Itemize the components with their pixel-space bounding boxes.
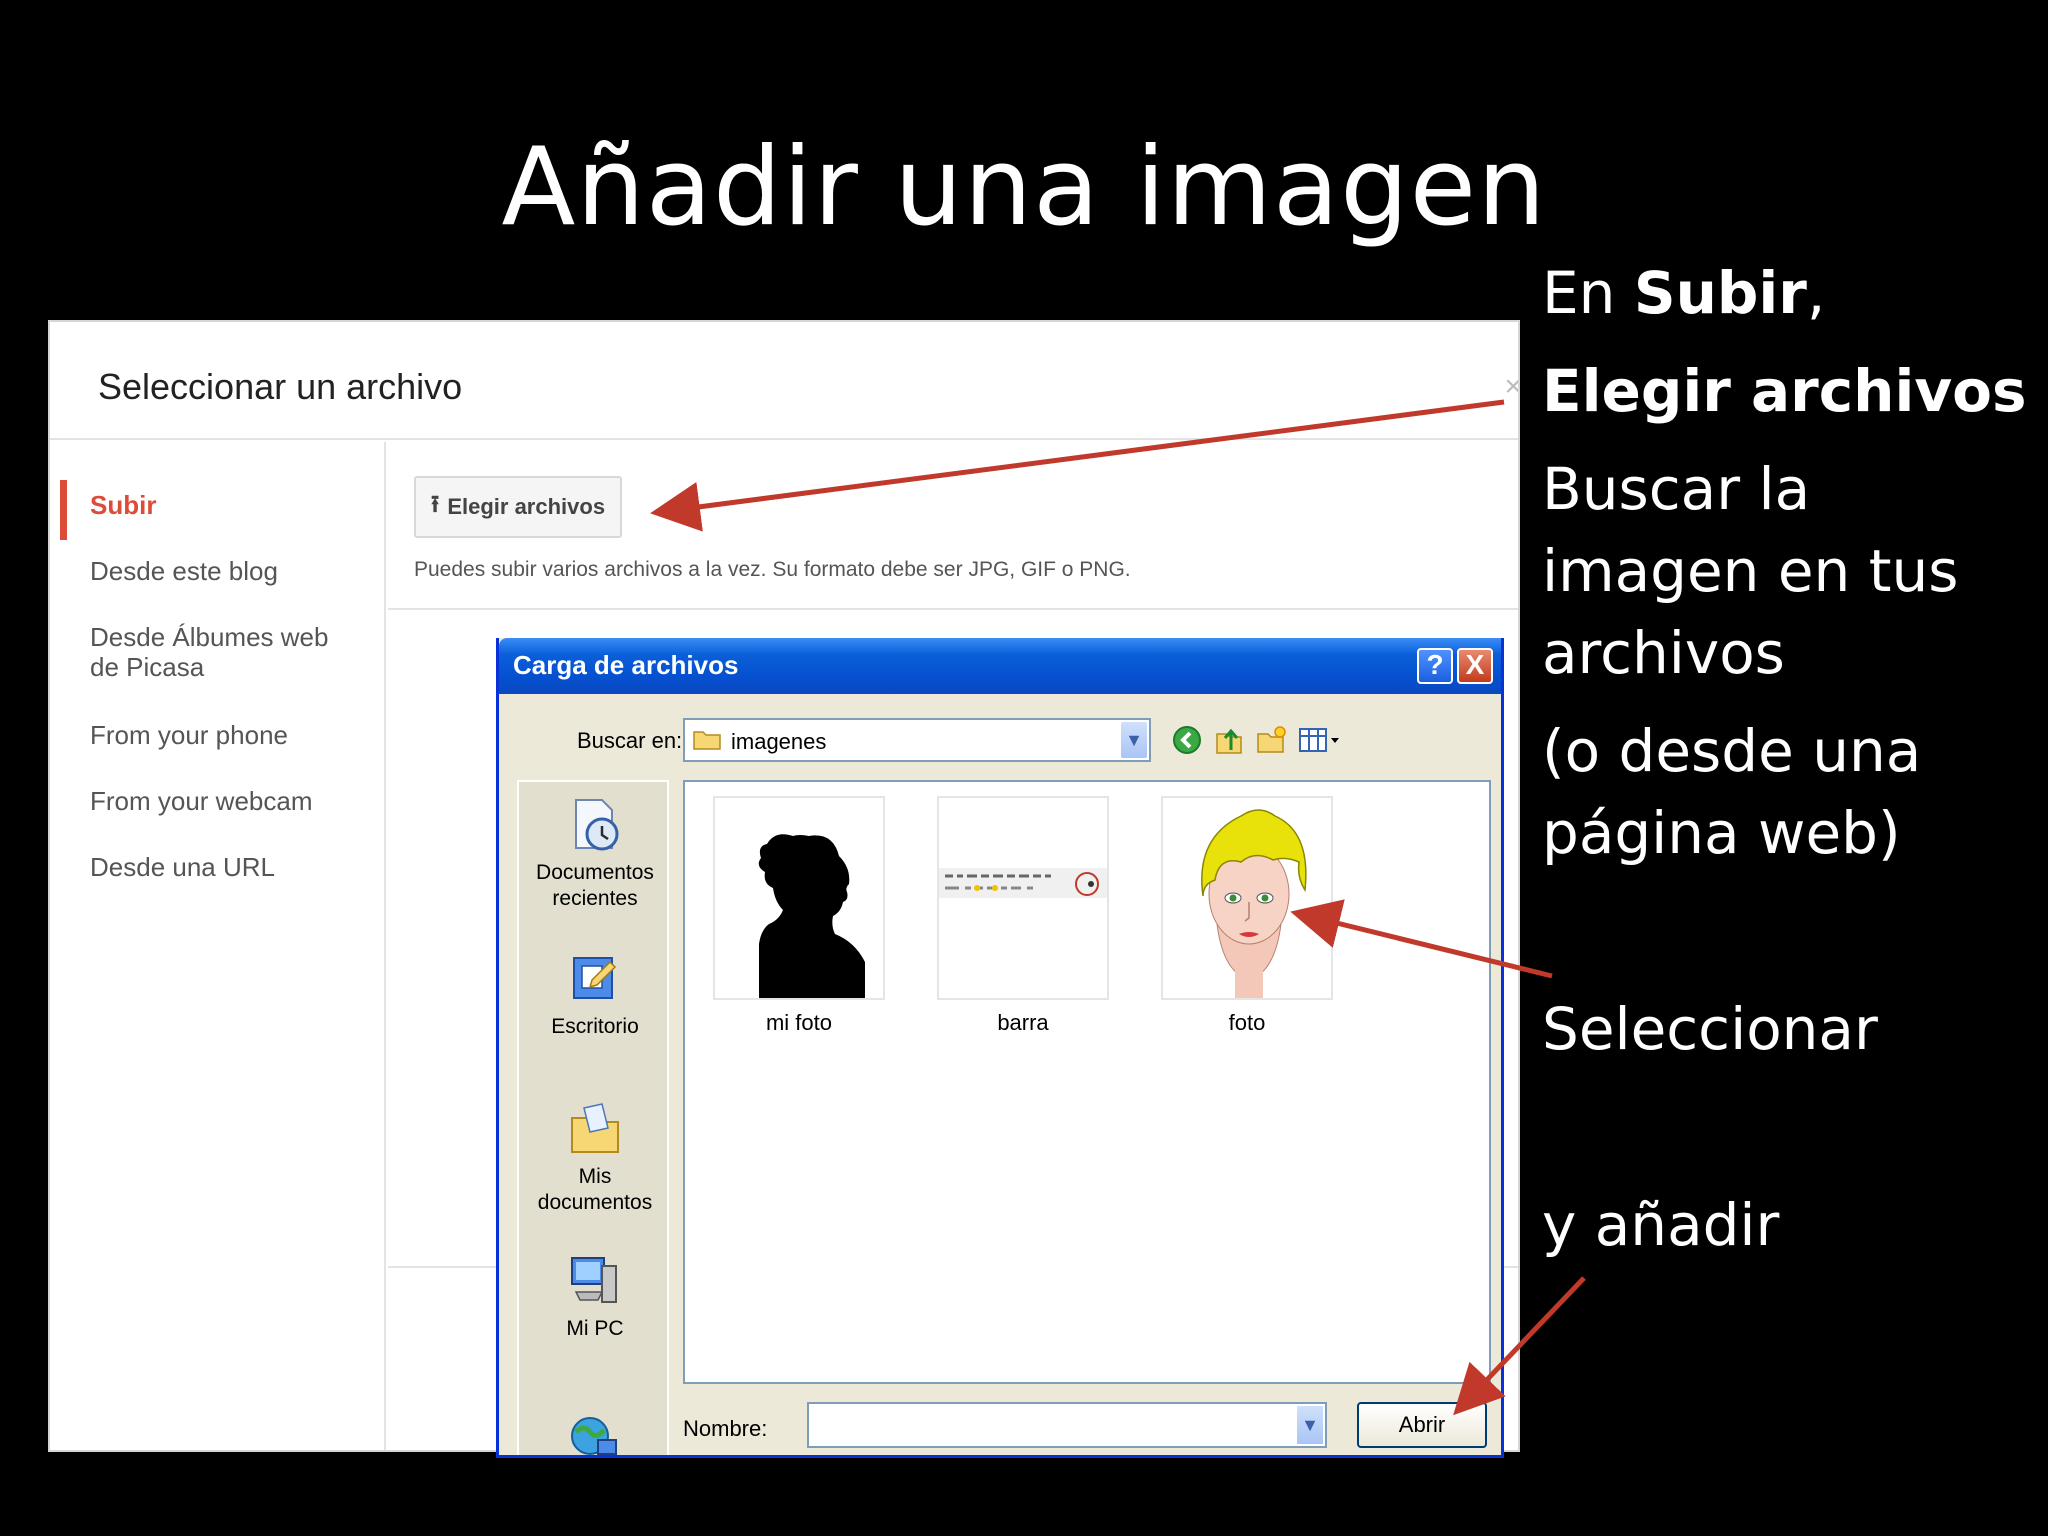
toolbar-image	[939, 868, 1107, 898]
up-folder-icon[interactable]	[1213, 724, 1245, 756]
recent-documents-icon	[575, 799, 619, 851]
sidebar-item-subir[interactable]: Subir	[90, 490, 156, 520]
view-menu-icon[interactable]	[1297, 724, 1343, 756]
silhouette-image	[758, 834, 865, 998]
close-icon[interactable]: ×	[1504, 370, 1518, 404]
desktop-icon	[573, 957, 617, 999]
file-thumbnail-mi-foto[interactable]	[713, 796, 885, 1000]
place-my-pc[interactable]: Mi PC	[519, 1252, 671, 1342]
lookin-value: imagenes	[731, 729, 827, 754]
note-line-4: imagen en tus	[1542, 537, 1959, 605]
face-image	[1201, 809, 1307, 998]
lookin-label: Buscar en:	[577, 728, 683, 753]
panel-title: Seleccionar un archivo	[98, 366, 463, 407]
note-line-7: página web)	[1542, 799, 1901, 867]
sidebar-item-picasa[interactable]: Desde Álbumes web de Picasa	[90, 622, 328, 682]
upload-hint: Puedes subir varios archivos a la vez. S…	[414, 558, 1131, 581]
panel-header: Seleccionar un archivo ×	[50, 322, 1518, 440]
sidebar-item-blog[interactable]: Desde este blog	[90, 556, 278, 586]
filename-label: Nombre:	[683, 1416, 768, 1441]
help-button[interactable]: ?	[1417, 648, 1453, 684]
network-places-icon	[571, 1417, 617, 1455]
choose-files-button[interactable]: ⭱ Elegir archivos	[414, 476, 622, 538]
new-folder-icon[interactable]	[1255, 724, 1287, 756]
note-line-9: y añadir	[1542, 1191, 1780, 1259]
file-label-mi-foto: mi foto	[765, 1010, 833, 1035]
slide-title: Añadir una imagen	[501, 125, 1547, 250]
place-desktop[interactable]: Escritorio	[519, 950, 671, 1040]
my-documents-icon	[571, 1103, 619, 1153]
place-network[interactable]	[519, 1410, 671, 1455]
sidebar-item-webcam[interactable]: From your webcam	[90, 786, 313, 816]
file-label-foto: foto	[1228, 1010, 1266, 1035]
note-line-6: (o desde una	[1542, 717, 1922, 785]
dialog-titlebar[interactable]: Carga de archivos ? X	[499, 638, 1501, 694]
active-indicator	[60, 480, 67, 540]
divider	[388, 608, 1518, 610]
sidebar-item-url[interactable]: Desde una URL	[90, 852, 275, 882]
sidebar-item-phone[interactable]: From your phone	[90, 720, 288, 750]
note-line-5: archivos	[1542, 619, 1785, 687]
file-thumbnail-barra[interactable]	[937, 796, 1109, 1000]
note-line-2: Elegir archivos	[1542, 357, 2027, 425]
upload-icon: ⭱	[430, 490, 440, 518]
dialog-title: Carga de archivos	[513, 650, 739, 680]
close-button[interactable]: X	[1457, 648, 1493, 684]
note-line-1: En Subir,	[1542, 259, 1826, 327]
back-icon[interactable]	[1171, 724, 1203, 756]
place-my-documents[interactable]: Mis documentos	[519, 1100, 671, 1216]
source-sidebar: Subir Desde este blog Desde Álbumes web d…	[50, 442, 386, 1450]
folder-icon	[693, 731, 721, 750]
file-label-barra: barra	[997, 1010, 1049, 1035]
open-button[interactable]: Abrir	[1357, 1402, 1487, 1448]
chevron-down-icon[interactable]: ▼	[1121, 722, 1147, 758]
places-bar: Documentos recientes Escritorio Mis docum…	[517, 780, 671, 1455]
lookin-dropdown[interactable]: imagenes ▼	[683, 718, 1151, 762]
filename-input[interactable]: ▼	[807, 1402, 1327, 1448]
file-list[interactable]: mi foto barra foto	[683, 780, 1491, 1384]
note-line-3: Buscar la	[1542, 455, 1811, 523]
chevron-down-icon[interactable]: ▼	[1297, 1406, 1323, 1444]
file-upload-dialog: Carga de archivos ? X Buscar en: imagene…	[496, 638, 1504, 1458]
place-recent[interactable]: Documentos recientes	[519, 796, 671, 912]
choose-files-label: Elegir archivos	[447, 494, 606, 519]
my-computer-icon	[571, 1257, 617, 1303]
file-thumbnail-foto[interactable]	[1161, 796, 1333, 1000]
note-line-8: Seleccionar	[1542, 995, 1878, 1063]
